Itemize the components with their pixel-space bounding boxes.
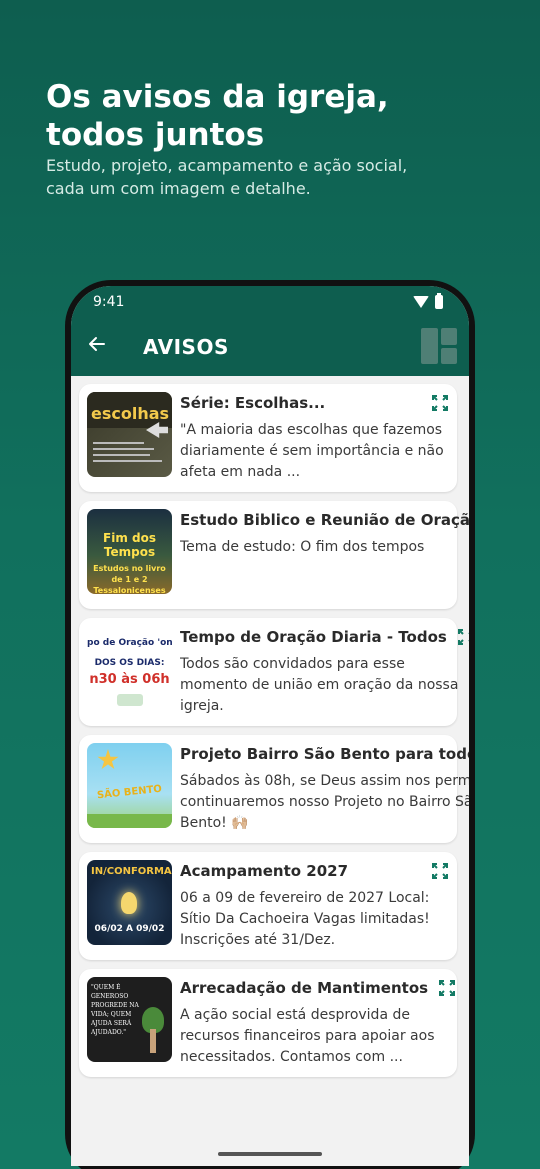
aviso-thumbnail: escolhas [87,392,172,477]
aviso-thumbnail: Fim dos Tempos Estudos no livro de 1 e 2… [87,509,172,594]
hero-subtitle-line1: Estudo, projeto, acampamento e ação soci… [46,156,408,175]
expand-icon[interactable] [431,862,449,880]
wifi-icon [413,296,429,308]
aviso-title: Projeto Bairro São Bento para todos [180,745,469,763]
aviso-title: Tempo de Oração Diaria - Todos [180,628,447,646]
aviso-thumbnail: "QUEM É GENEROSO PROGREDE NA VIDA; QUEM … [87,977,172,1062]
expand-icon[interactable] [438,979,456,997]
aviso-card[interactable]: Fim dos Tempos Estudos no livro de 1 e 2… [79,501,469,609]
aviso-card[interactable]: IN/CONFORMADOS 06/02 A 09/02 Acampamento… [79,852,457,960]
expand-icon[interactable] [431,394,449,412]
phone-screen: 9:41 AVISOS escolhas Série: Escolhas... … [71,286,469,1166]
aviso-thumbnail: IN/CONFORMADOS 06/02 A 09/02 [87,860,172,945]
phone-frame: 9:41 AVISOS escolhas Série: Escolhas... … [65,280,475,1169]
app-bar: AVISOS [71,318,469,376]
hero-subtitle: Estudo, projeto, acampamento e ação soci… [46,154,486,200]
hero-subtitle-line2: cada um com imagem e detalhe. [46,179,311,198]
hero-title-line2: todos juntos [46,117,265,153]
aviso-card[interactable]: po de Oração 'on-l DOS OS DIAS: n30 às 0… [79,618,469,726]
avisos-list: escolhas Série: Escolhas... "A maioria d… [71,376,469,1077]
aviso-title: Série: Escolhas... [180,394,326,412]
aviso-thumbnail: po de Oração 'on-l DOS OS DIAS: n30 às 0… [87,626,172,711]
page-title: AVISOS [143,335,229,359]
hero-title-line1: Os avisos da igreja, [46,79,389,115]
hero-title: Os avisos da igreja, todos juntos [46,78,506,154]
aviso-description: "A maioria das escolhas que fazemos diar… [180,422,444,480]
aviso-description: Tema de estudo: O fim dos tempos [180,539,425,555]
home-indicator[interactable] [218,1152,322,1156]
aviso-title: Estudo Biblico e Reunião de Oração [180,511,469,529]
aviso-description: Todos são convidados para esse momento d… [180,656,459,714]
aviso-card[interactable]: escolhas Série: Escolhas... "A maioria d… [79,384,457,492]
aviso-card[interactable]: SÃO BENTO Projeto Bairro São Bento para … [79,735,469,843]
aviso-description: A ação social está desprovida de recurso… [180,1007,435,1065]
aviso-thumbnail: SÃO BENTO [87,743,172,828]
aviso-title: Arrecadação de Mantimentos [180,979,429,997]
aviso-description: Sábados às 08h, se Deus assim nos permit… [180,773,469,831]
status-time: 9:41 [93,294,125,310]
aviso-title: Acampamento 2027 [180,862,349,880]
grid-layout-icon[interactable] [421,328,457,364]
aviso-card[interactable]: "QUEM É GENEROSO PROGREDE NA VIDA; QUEM … [79,969,457,1077]
arrow-left-icon[interactable] [87,334,117,360]
aviso-description: 06 a 09 de fevereiro de 2027 Local: Síti… [180,890,430,948]
status-bar: 9:41 [71,286,469,318]
expand-icon[interactable] [457,628,469,646]
battery-icon [435,293,443,309]
